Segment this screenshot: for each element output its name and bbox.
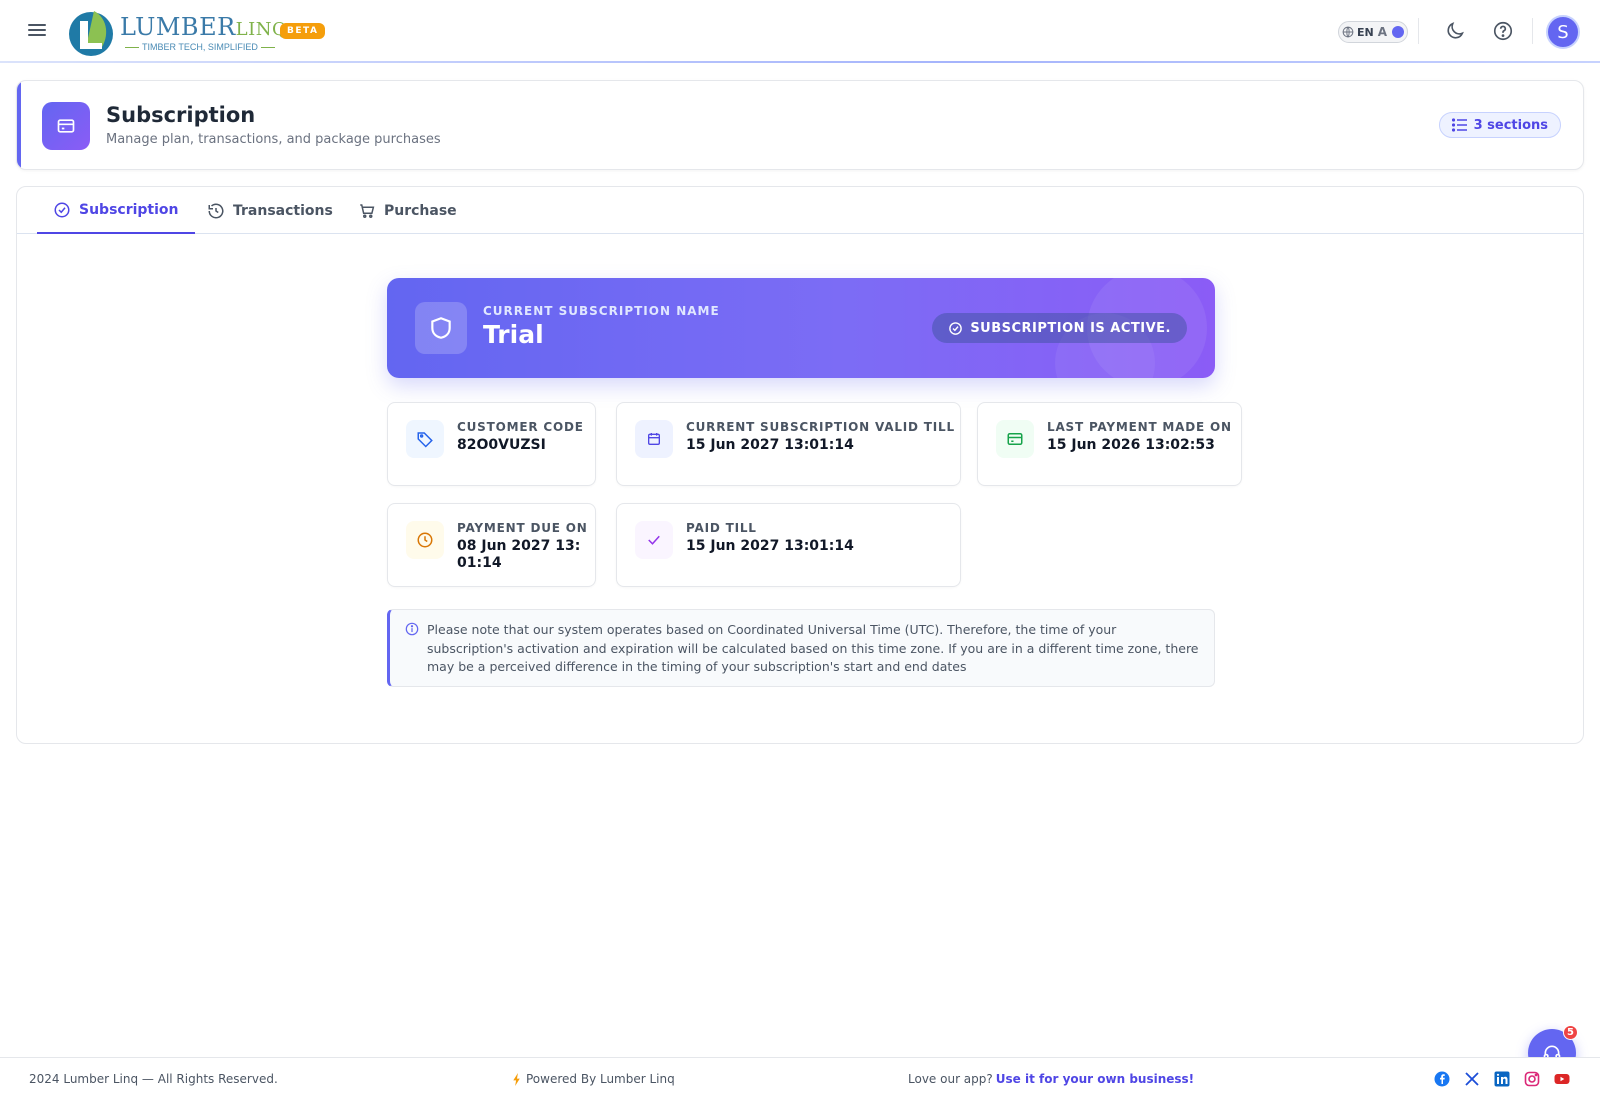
card-label: PAID TILL xyxy=(686,521,757,535)
sections-count: 3 sections xyxy=(1473,117,1548,133)
card-value: 82O0VUZSI xyxy=(457,437,546,453)
card-label: PAYMENT DUE ON xyxy=(457,521,588,535)
language-alt: A xyxy=(1377,25,1388,39)
tag-icon xyxy=(406,420,444,458)
subscription-panel: Subscription Transactions Purchase CURRE… xyxy=(16,186,1584,744)
promo-link[interactable]: Use it for your own business! xyxy=(996,1072,1194,1086)
check-icon xyxy=(635,521,673,559)
footer: 2024 Lumber Linq — All Rights Reserved. … xyxy=(0,1057,1600,1100)
x-twitter-icon[interactable] xyxy=(1464,1071,1480,1087)
current-plan-banner: CURRENT SUBSCRIPTION NAME Trial SUBSCRIP… xyxy=(387,278,1215,378)
customer-code-card: CUSTOMER CODE 82O0VUZSI xyxy=(387,402,596,486)
calendar-icon xyxy=(635,420,673,458)
lumberlinq-logo[interactable]: LUMBERLINQ TIMBER TECH, SIMPLIFIED xyxy=(66,7,287,57)
promo-label: Love our app? xyxy=(908,1072,993,1086)
plan-name: Trial xyxy=(483,320,544,349)
card-label: CUSTOMER CODE xyxy=(457,420,584,434)
divider xyxy=(1418,18,1419,44)
credit-card-icon xyxy=(996,420,1034,458)
info-icon xyxy=(405,622,419,636)
history-icon xyxy=(208,203,224,218)
card-value: 15 Jun 2027 13:01:14 xyxy=(686,538,854,554)
moon-icon[interactable] xyxy=(1444,20,1466,42)
powered-by: Powered By Lumber Linq xyxy=(512,1072,675,1086)
cart-icon xyxy=(360,203,375,218)
tab-label: Purchase xyxy=(384,202,457,219)
tab-label: Transactions xyxy=(233,202,333,219)
logo-tagline: TIMBER TECH, SIMPLIFIED xyxy=(122,42,278,52)
paid-till-card: PAID TILL 15 Jun 2027 13:01:14 xyxy=(616,503,961,587)
facebook-icon[interactable] xyxy=(1434,1071,1450,1087)
logo-mark-icon xyxy=(69,11,113,56)
language-toggle[interactable]: EN A xyxy=(1338,21,1408,43)
check-circle-icon xyxy=(949,321,963,335)
top-bar: LUMBERLINQ TIMBER TECH, SIMPLIFIED BETA … xyxy=(0,0,1600,63)
valid-till-card: CURRENT SUBSCRIPTION VALID TILL 15 Jun 2… xyxy=(616,402,961,486)
clock-icon xyxy=(406,521,444,559)
card-value: 15 Jun 2027 13:01:14 xyxy=(686,437,854,453)
promo-text: Love our app? Use it for your own busines… xyxy=(908,1072,1194,1086)
card-value: 15 Jun 2026 13:02:53 xyxy=(1047,437,1215,453)
page-title: Subscription xyxy=(106,103,256,127)
tab-subscription[interactable]: Subscription xyxy=(37,187,195,234)
last-payment-card: LAST PAYMENT MADE ON 15 Jun 2026 13:02:5… xyxy=(977,402,1242,486)
user-avatar[interactable]: S xyxy=(1546,15,1580,49)
tab-purchase[interactable]: Purchase xyxy=(342,187,473,234)
language-code: EN xyxy=(1356,25,1374,39)
card-label: LAST PAYMENT MADE ON xyxy=(1047,420,1232,434)
payment-due-card: PAYMENT DUE ON 08 Jun 2027 13:01:14 xyxy=(387,503,596,587)
page-subtitle: Manage plan, transactions, and package p… xyxy=(106,132,441,147)
logo-text: LUMBERLINQ xyxy=(120,13,288,41)
globe-icon xyxy=(1342,26,1354,38)
menu-icon[interactable] xyxy=(26,21,48,41)
status-text: SUBSCRIPTION IS ACTIVE. xyxy=(970,320,1171,336)
notification-badge: 5 xyxy=(1563,1025,1578,1040)
card-value: 08 Jun 2027 13:01:14 xyxy=(457,538,581,571)
divider xyxy=(1532,18,1533,44)
tab-transactions[interactable]: Transactions xyxy=(191,187,349,234)
tab-bar: Subscription Transactions Purchase xyxy=(17,187,1583,234)
plan-name-label: CURRENT SUBSCRIPTION NAME xyxy=(483,304,720,318)
status-badge: SUBSCRIPTION IS ACTIVE. xyxy=(932,313,1187,343)
copyright-text: 2024 Lumber Linq — All Rights Reserved. xyxy=(29,1072,278,1086)
linkedin-icon[interactable] xyxy=(1494,1071,1510,1087)
credit-card-icon xyxy=(42,102,90,150)
notice-text: Please note that our system operates bas… xyxy=(427,622,1199,674)
list-icon xyxy=(1451,118,1467,132)
toggle-knob xyxy=(1392,26,1404,38)
shield-icon xyxy=(415,302,467,354)
utc-notice: Please note that our system operates bas… xyxy=(387,609,1215,687)
tab-label: Subscription xyxy=(79,201,179,218)
sections-pill[interactable]: 3 sections xyxy=(1438,112,1561,138)
lightning-icon xyxy=(513,1072,520,1086)
powered-text: Powered By Lumber Linq xyxy=(526,1072,675,1086)
beta-badge: BETA xyxy=(280,23,326,39)
youtube-icon[interactable] xyxy=(1554,1071,1570,1087)
page-header: Subscription Manage plan, transactions, … xyxy=(16,80,1584,170)
card-label: CURRENT SUBSCRIPTION VALID TILL xyxy=(686,420,955,434)
help-icon[interactable] xyxy=(1492,20,1514,42)
check-circle-icon xyxy=(54,202,70,217)
instagram-icon[interactable] xyxy=(1524,1071,1540,1087)
